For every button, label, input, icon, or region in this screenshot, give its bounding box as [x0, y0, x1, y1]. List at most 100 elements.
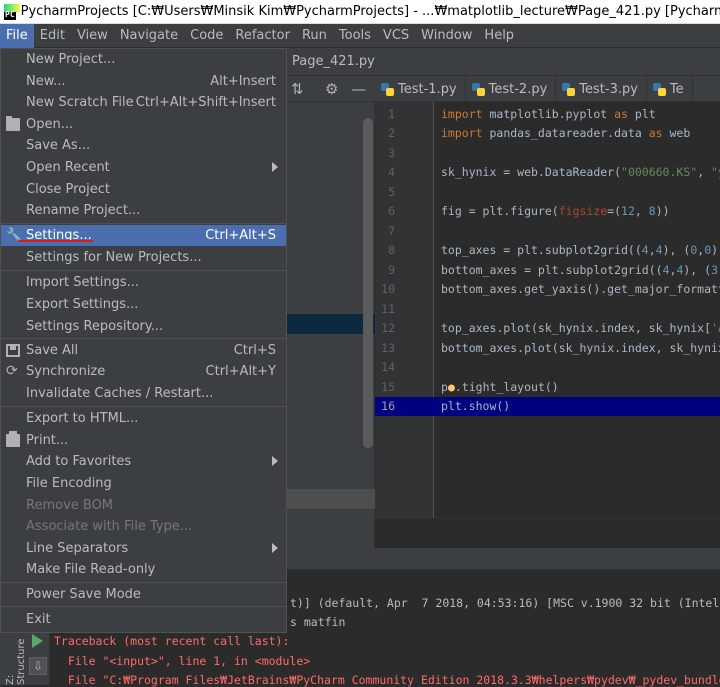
- menu-item-export-settings[interactable]: Export Settings...: [1, 294, 286, 315]
- code-line[interactable]: 4 sk_hynix = web.DataReader("000660.KS", …: [375, 163, 720, 183]
- code-line[interactable]: 10 bottom_axes.get_yaxis().get_major_form…: [375, 280, 720, 300]
- code-line[interactable]: 15 p●.tight_layout(): [375, 377, 720, 397]
- breadcrumb[interactable]: Page_421.py: [292, 54, 375, 69]
- menu-separator: [1, 338, 286, 339]
- lightbulb-icon: ●: [447, 379, 455, 394]
- editor-bottom-area: [375, 518, 720, 548]
- console-error-line: Traceback (most recent call last):: [54, 634, 290, 648]
- menu-item-make-read-only[interactable]: Make File Read-only: [1, 559, 286, 580]
- submenu-arrow-icon: [272, 162, 278, 172]
- project-scrollbar[interactable]: [363, 118, 373, 448]
- collapse-icon[interactable]: ⇅: [291, 80, 304, 98]
- red-annotation-underline: [18, 240, 93, 242]
- menu-item-power-save-mode[interactable]: Power Save Mode: [1, 584, 286, 605]
- menu-separator: [1, 606, 286, 607]
- menu-item-close-project[interactable]: Close Project: [1, 179, 286, 200]
- menu-item-open-recent[interactable]: Open Recent: [1, 157, 286, 178]
- menu-vcs[interactable]: VCS: [377, 24, 415, 48]
- code-line[interactable]: 13 bottom_axes.plot(sk_hynix.index, sk_hy…: [375, 338, 720, 358]
- menu-run[interactable]: Run: [296, 24, 333, 48]
- code-line[interactable]: 12 top_axes.plot(sk_hynix.index, sk_hynix…: [375, 319, 720, 339]
- tab-test-1[interactable]: Test-1.py: [375, 76, 466, 101]
- console-error-line: File "<input>", line 1, in <module>: [54, 654, 311, 668]
- file-menu-dropdown: New Project... New... Alt+Insert New Scra…: [0, 48, 287, 633]
- editor-tabs: Test-1.py Test-2.py Test-3.py Te: [375, 76, 720, 102]
- pycharm-app-icon: PC: [4, 3, 20, 20]
- code-line[interactable]: 9 bottom_axes = plt.subplot2grid((4,4), (…: [375, 260, 720, 280]
- menu-item-exit[interactable]: Exit: [1, 609, 286, 630]
- project-panel: [287, 76, 375, 548]
- code-line[interactable]: 2 import pandas_datareader.data as web: [375, 124, 720, 144]
- menu-item-line-separators[interactable]: Line Separators: [1, 538, 286, 559]
- menu-file[interactable]: File: [0, 23, 34, 48]
- code-line[interactable]: 7: [375, 221, 720, 241]
- code-editor[interactable]: 1 import matplotlib.pyplot as plt 2 import…: [375, 102, 720, 518]
- menu-item-synchronize[interactable]: ⟳ Synchronize Ctrl+Alt+Y: [1, 361, 286, 382]
- menu-edit[interactable]: Edit: [34, 24, 71, 48]
- menu-item-settings[interactable]: 🔧 Settings... Ctrl+Alt+S: [1, 225, 286, 246]
- menu-item-rename-project[interactable]: Rename Project...: [1, 200, 286, 221]
- code-line-current[interactable]: 16 plt.show(): [375, 396, 720, 416]
- menu-help[interactable]: Help: [478, 24, 520, 48]
- code-line[interactable]: 11: [375, 299, 720, 319]
- gear-icon[interactable]: ⚙: [325, 80, 338, 98]
- menu-item-remove-bom: Remove BOM: [26, 498, 114, 513]
- menu-item-import-settings[interactable]: Import Settings...: [1, 272, 286, 293]
- project-tree-row[interactable]: [287, 489, 375, 509]
- menu-item-print[interactable]: Print...: [1, 430, 286, 451]
- menu-separator: [1, 406, 286, 407]
- code-line[interactable]: 8 top_axes = plt.subplot2grid((4,4), (0,0…: [375, 241, 720, 261]
- menu-item-settings-new-projects[interactable]: Settings for New Projects...: [1, 247, 286, 268]
- menu-item-export-html[interactable]: Export to HTML...: [1, 408, 286, 429]
- download-icon[interactable]: ⇩: [29, 657, 47, 675]
- menu-item-new-project[interactable]: New Project...: [1, 49, 286, 70]
- save-icon: [6, 344, 20, 357]
- menu-item-save-all[interactable]: Save All Ctrl+S: [1, 340, 286, 361]
- menu-item-add-to-favorites[interactable]: Add to Favorites: [1, 451, 286, 472]
- project-toolbar: ⇅ ⚙ —: [287, 76, 375, 102]
- tab-test-2[interactable]: Test-2.py: [466, 76, 557, 101]
- sync-icon: ⟳: [6, 363, 18, 379]
- menu-window[interactable]: Window: [415, 24, 478, 48]
- code-line[interactable]: 14: [375, 358, 720, 378]
- tab-test-4[interactable]: Te: [647, 76, 693, 101]
- submenu-arrow-icon: [272, 456, 278, 466]
- title-bar: PC PycharmProjects [C:₩Users₩Minsik Kim₩…: [0, 0, 720, 24]
- print-icon: [6, 431, 20, 447]
- submenu-arrow-icon: [272, 543, 278, 553]
- console-output-line: t)] (default, Apr 7 2018, 04:53:16) [MSC…: [290, 596, 720, 610]
- python-file-icon: [381, 82, 394, 96]
- menu-code[interactable]: Code: [184, 24, 229, 48]
- navigation-bar: Page_421.py: [287, 48, 720, 76]
- window-title: PycharmProjects [C:₩Users₩Minsik Kim₩Pyc…: [20, 4, 720, 19]
- python-file-icon: [562, 82, 576, 96]
- python-file-icon: [471, 82, 485, 96]
- code-line[interactable]: 5: [375, 182, 720, 202]
- structure-side-tab[interactable]: Z: Structure: [5, 628, 27, 685]
- menu-item-new-scratch-file[interactable]: New Scratch File Ctrl+Alt+Shift+Insert: [1, 92, 286, 113]
- tab-test-3[interactable]: Test-3.py: [556, 76, 647, 101]
- code-line[interactable]: 6 fig = plt.figure(figsize=(12, 8)): [375, 202, 720, 222]
- minimize-icon[interactable]: —: [351, 80, 366, 98]
- menu-navigate[interactable]: Navigate: [114, 24, 184, 48]
- menu-view[interactable]: View: [71, 24, 114, 48]
- code-line[interactable]: 1 import matplotlib.pyplot as plt: [375, 104, 720, 124]
- menu-item-settings-repository[interactable]: Settings Repository...: [1, 316, 286, 337]
- menu-item-open[interactable]: Open...: [1, 114, 286, 135]
- project-tree-selected-row[interactable]: [287, 314, 375, 334]
- code-line[interactable]: 3: [375, 143, 720, 163]
- menu-separator: [1, 270, 286, 271]
- run-icon[interactable]: [32, 634, 43, 648]
- menu-item-file-encoding[interactable]: File Encoding: [1, 473, 286, 494]
- menu-bar: File Edit View Navigate Code Refactor Ru…: [0, 23, 720, 48]
- console-header: [287, 548, 720, 570]
- menu-separator: [1, 223, 286, 224]
- console-output-line: s matfin: [290, 615, 346, 629]
- menu-tools[interactable]: Tools: [333, 24, 377, 48]
- menu-item-new[interactable]: New... Alt+Insert: [1, 71, 286, 92]
- menu-item-invalidate-caches[interactable]: Invalidate Caches / Restart...: [1, 383, 286, 404]
- menu-refactor[interactable]: Refactor: [229, 24, 296, 48]
- folder-icon: [6, 116, 20, 131]
- menu-item-save-as[interactable]: Save As...: [1, 135, 286, 156]
- menu-item-associate-file-type: Associate with File Type...: [26, 519, 193, 534]
